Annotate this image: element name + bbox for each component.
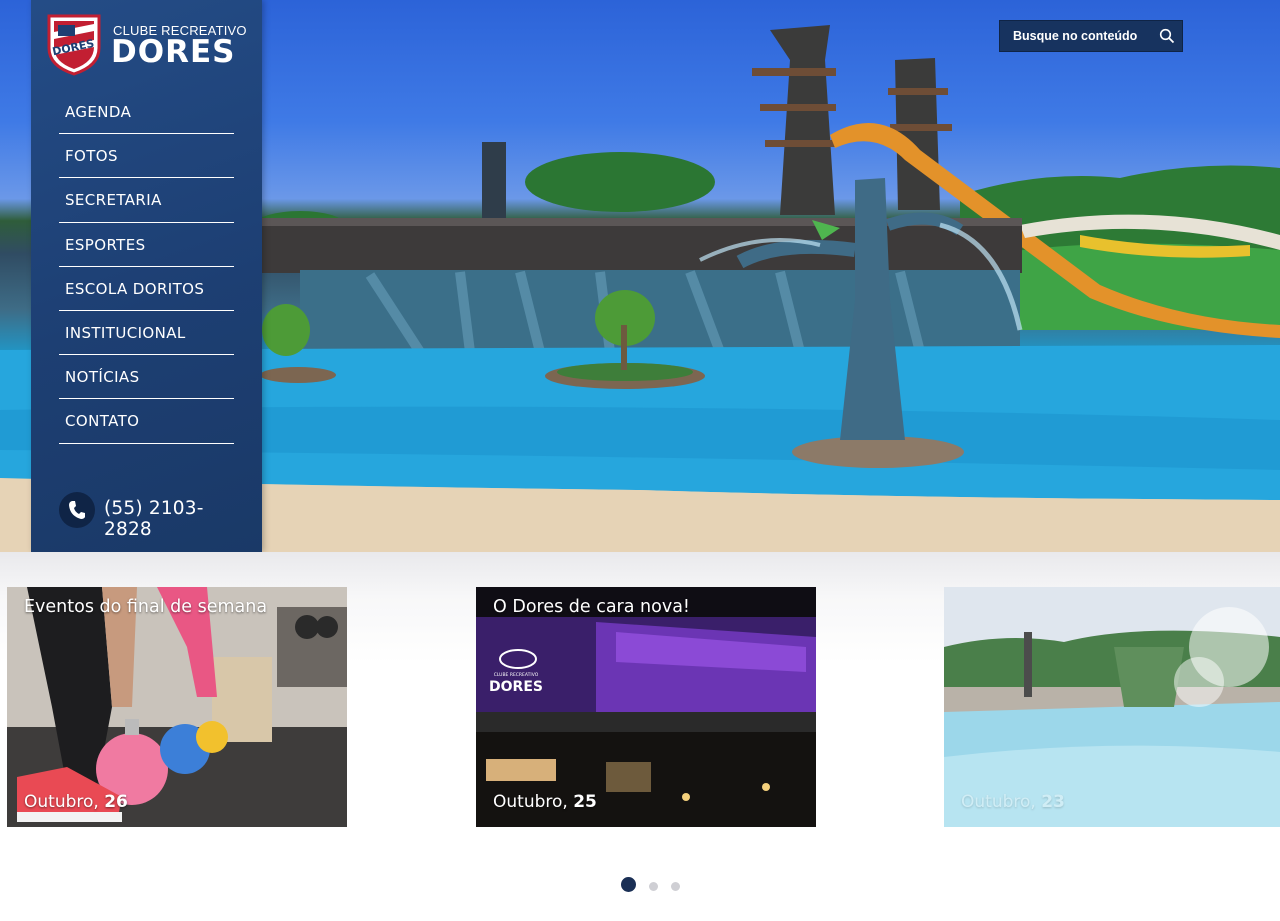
building-sign-big: DORES — [489, 679, 543, 695]
menu-item-noticias[interactable]: NOTÍCIAS — [59, 355, 234, 400]
news-card-date: Outubro, 25 — [493, 792, 597, 812]
news-card[interactable]: CLUBE RECREATIVO DORES O Dores de cara n… — [476, 587, 816, 827]
search-icon[interactable] — [1159, 28, 1175, 44]
news-image-pool — [944, 587, 1280, 827]
menu-item-label[interactable]: CONTATO — [65, 412, 139, 430]
news-card[interactable]: Outubro, 23 — [944, 587, 1280, 827]
search-box — [999, 20, 1183, 52]
phone-icon — [59, 492, 95, 528]
main-menu: AGENDA FOTOS SECRETARIA ESPORTES ESCOLA … — [59, 90, 234, 444]
carousel-pagination — [620, 877, 690, 893]
menu-item-label[interactable]: FOTOS — [65, 147, 118, 165]
phone-number[interactable]: (55) 2103-2828 — [104, 498, 249, 540]
news-card-title[interactable]: O Dores de cara nova! — [493, 597, 690, 617]
news-image-fitness — [7, 587, 347, 827]
menu-item-escola-doritos[interactable]: ESCOLA DORITOS — [59, 267, 234, 311]
menu-item-agenda[interactable]: AGENDA — [59, 90, 234, 135]
news-card-month: Outubro, — [961, 792, 1036, 812]
news-card[interactable]: Eventos do final de semana Outubro, 26 — [7, 587, 347, 827]
menu-item-contato[interactable]: CONTATO — [59, 399, 234, 444]
news-card-day: 23 — [1041, 792, 1065, 812]
menu-item-label[interactable]: ESCOLA DORITOS — [65, 280, 204, 298]
news-card-month: Outubro, — [493, 792, 568, 812]
news-card-day: 25 — [573, 792, 597, 812]
news-card-date: Outubro, 26 — [24, 792, 128, 812]
news-card-day: 26 — [104, 792, 128, 812]
phone-contact[interactable]: (55) 2103-2828 — [59, 492, 249, 540]
carousel-dot-1[interactable] — [621, 877, 636, 892]
menu-item-label[interactable]: NOTÍCIAS — [65, 368, 140, 386]
news-card-month: Outubro, — [24, 792, 99, 812]
news-image-building: CLUBE RECREATIVO DORES — [476, 587, 816, 827]
menu-item-label[interactable]: INSTITUCIONAL — [65, 324, 186, 342]
club-crest-icon: DORES — [47, 14, 101, 76]
menu-item-esportes[interactable]: ESPORTES — [59, 223, 234, 267]
building-sign-small: CLUBE RECREATIVO — [494, 672, 539, 678]
menu-item-label[interactable]: ESPORTES — [65, 236, 146, 254]
news-card-title[interactable]: Eventos do final de semana — [24, 597, 267, 617]
brand-name: DORES — [111, 34, 236, 70]
menu-item-secretaria[interactable]: SECRETARIA — [59, 178, 234, 223]
menu-item-label[interactable]: AGENDA — [65, 103, 131, 121]
menu-item-fotos[interactable]: FOTOS — [59, 134, 234, 179]
carousel-dot-2[interactable] — [649, 882, 658, 891]
search-input[interactable] — [1000, 21, 1150, 51]
menu-item-label[interactable]: SECRETARIA — [65, 191, 162, 209]
sidebar-navigation: DORES CLUBE RECREATIVO DORES AGENDA FOTO… — [31, 0, 262, 552]
news-card-date: Outubro, 23 — [961, 792, 1065, 812]
menu-item-institucional[interactable]: INSTITUCIONAL — [59, 311, 234, 356]
carousel-dot-3[interactable] — [671, 882, 680, 891]
club-logo[interactable]: DORES CLUBE RECREATIVO DORES — [45, 12, 255, 78]
